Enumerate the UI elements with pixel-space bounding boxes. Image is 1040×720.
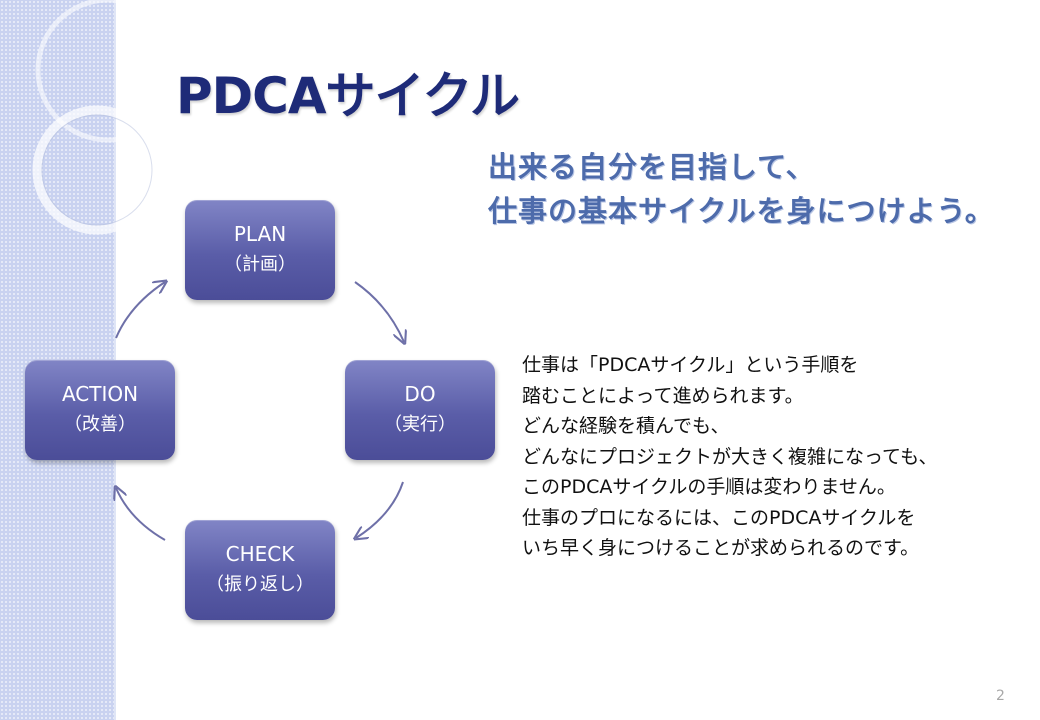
check-label-jp: （振り返し） — [206, 574, 314, 595]
action-label: ACTION — [61, 382, 139, 406]
arrow-action-to-plan — [115, 282, 165, 339]
body-line-1: 仕事は「PDCAサイクル」という手順を — [522, 354, 859, 376]
body-line-3: どんな経験を積んでも、 — [522, 415, 730, 437]
cycle-box-action: ACTION （改善） — [25, 360, 175, 460]
arrow-do-to-check — [356, 481, 404, 538]
arrow-plan-to-do — [354, 281, 404, 342]
arrow-check-to-action — [116, 488, 166, 541]
cycle-box-check: CHECK （振り返し） — [185, 520, 335, 620]
do-label: DO — [404, 382, 436, 406]
do-label-jp: （実行） — [384, 414, 456, 435]
check-label: CHECK — [225, 542, 295, 566]
body-line-4: どんなにプロジェクトが大きく複雑になっても、 — [522, 445, 938, 468]
body-line-5: このPDCAサイクルの手順は変わりません。 — [522, 476, 896, 498]
body-paragraph: 仕事は「PDCAサイクル」という手順を 踏むことによって進められます。 どんな経… — [522, 350, 1032, 564]
body-line-2: 踏むことによって進められます。 — [522, 384, 804, 407]
cycle-box-plan: PLAN （計画） — [185, 200, 335, 300]
action-label-jp: （改善） — [64, 414, 136, 435]
cycle-box-do: DO （実行） — [345, 360, 495, 460]
body-line-6: 仕事のプロになるには、このPDCAサイクルを — [522, 506, 916, 529]
page-number: 2 — [996, 688, 1005, 704]
plan-label: PLAN — [233, 222, 287, 246]
body-line-7: いち早く身につけることが求められるのです。 — [522, 537, 920, 559]
plan-label-jp: （計画） — [224, 254, 296, 275]
